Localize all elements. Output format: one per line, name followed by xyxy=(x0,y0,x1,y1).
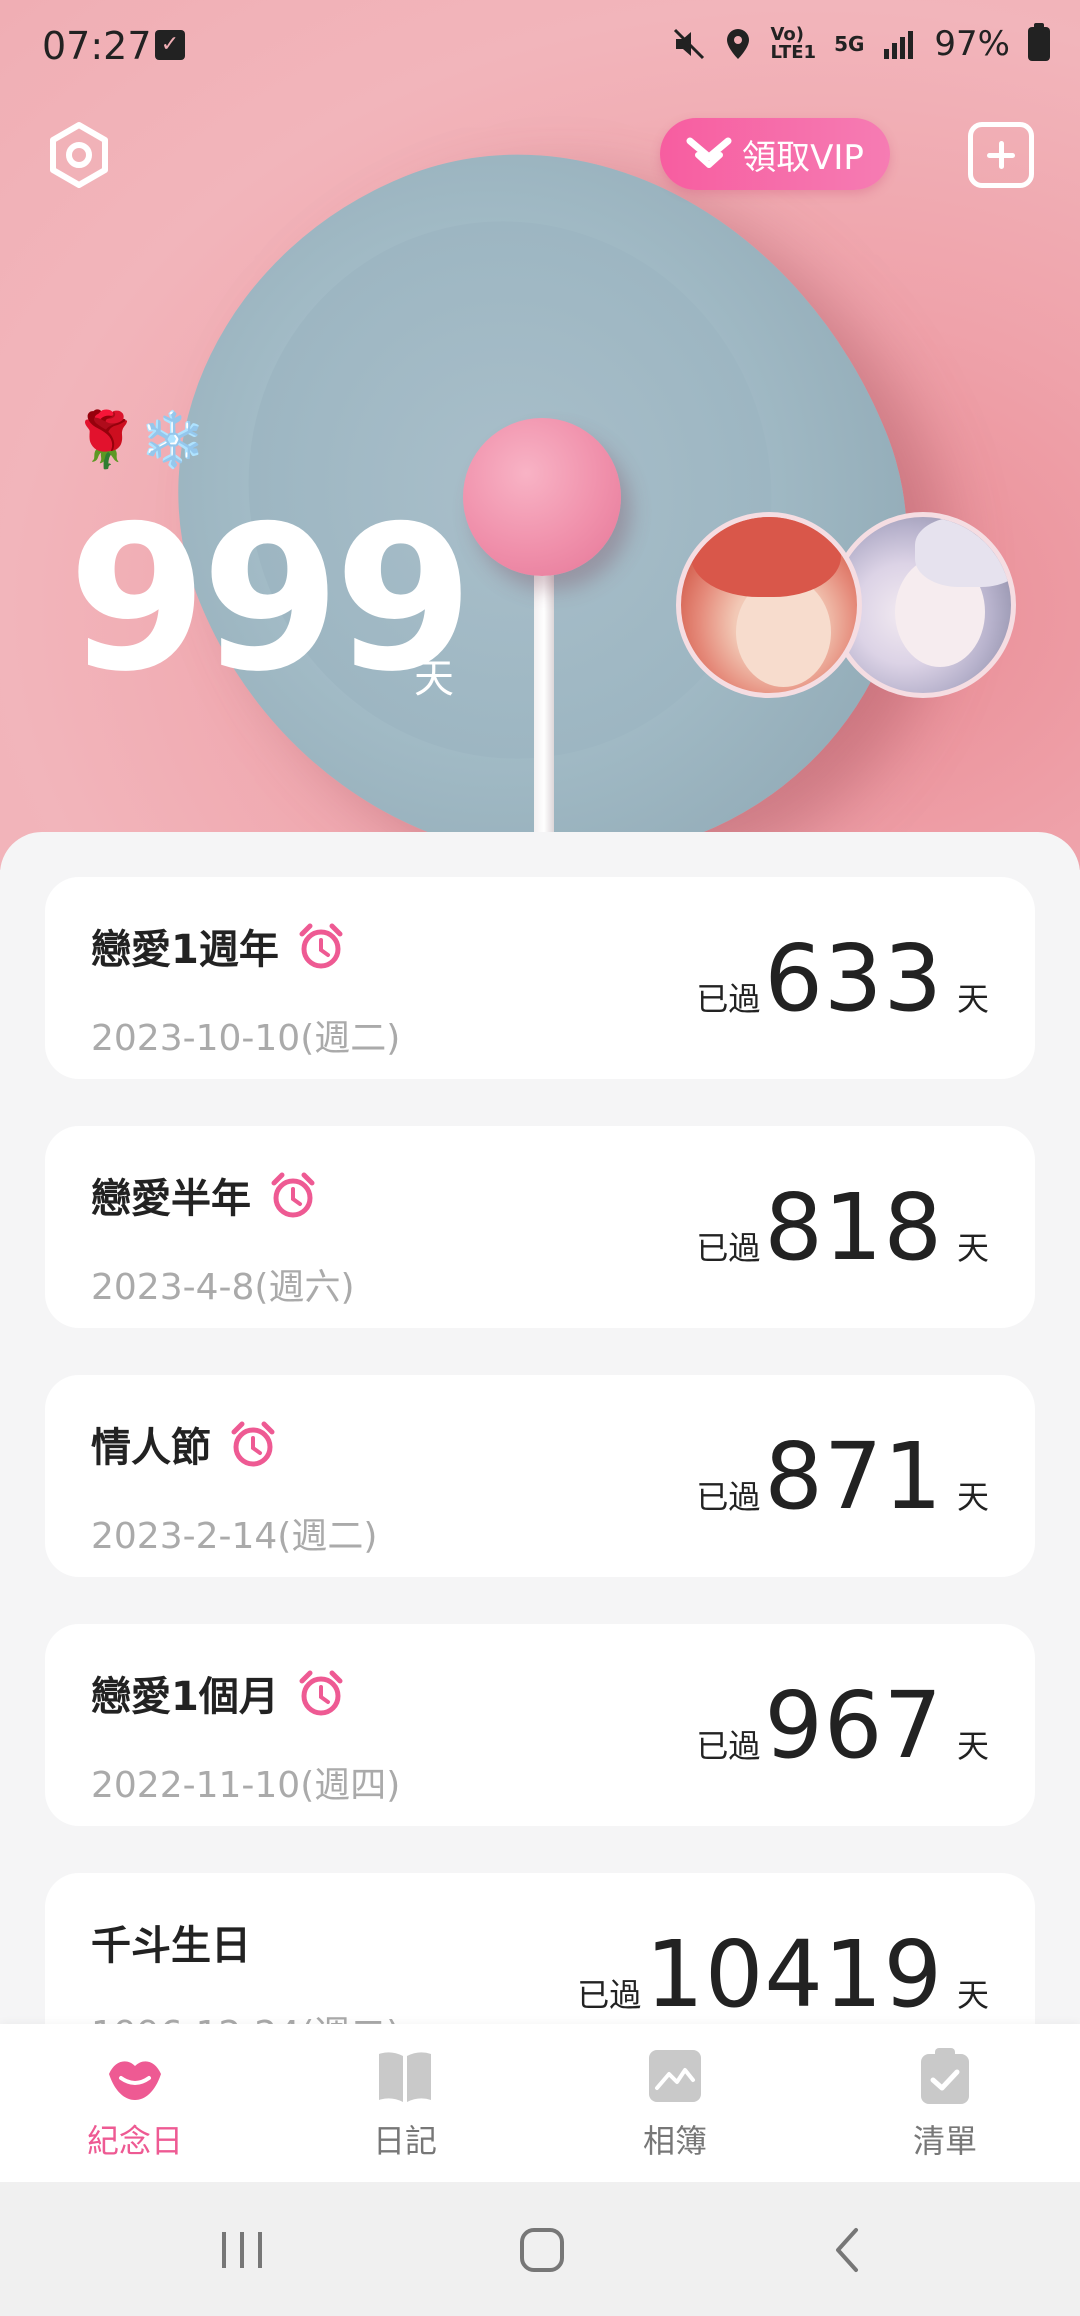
event-date: 2023-10-10(週二) xyxy=(91,1018,401,1059)
system-navigation-bar xyxy=(0,2182,1080,2316)
network-type: 5G xyxy=(834,32,865,56)
nav-label: 日記 xyxy=(372,2122,437,2160)
vip-label: 領取VIP xyxy=(742,137,864,178)
event-title: 戀愛半年 xyxy=(91,1176,251,1222)
recent-apps-icon[interactable] xyxy=(212,2222,272,2278)
event-title-row: 情人節 xyxy=(91,1415,277,1473)
event-title: 情人節 xyxy=(91,1425,211,1471)
anniversary-list[interactable]: 戀愛1週年 2023-10-10(週二) 已過 633 天 戀愛半年 2023-… xyxy=(0,832,1080,2024)
event-date: 2023-4-8(週六) xyxy=(91,1267,355,1308)
event-count-row: 已過 633 天 xyxy=(696,933,989,1025)
volte-icon: Vo) LTE1 xyxy=(770,24,817,63)
checklist-icon xyxy=(921,2048,969,2104)
location-icon xyxy=(727,29,750,59)
event-date: 2022-11-10(週四) xyxy=(91,1765,401,1806)
event-card[interactable]: 戀愛1週年 2023-10-10(週二) 已過 633 天 xyxy=(45,877,1035,1079)
mute-icon xyxy=(674,28,705,60)
vip-chevron-icon xyxy=(686,137,732,168)
album-icon xyxy=(649,2050,701,2102)
alarm-icon[interactable] xyxy=(297,921,345,971)
settings-icon xyxy=(50,122,108,188)
nav-label: 相簿 xyxy=(642,2122,707,2160)
event-day-count: 967 xyxy=(764,1672,943,1779)
nav-item-album[interactable]: 相簿 xyxy=(540,2024,810,2182)
event-title: 戀愛1週年 xyxy=(91,927,279,973)
avatar-hair xyxy=(691,517,841,597)
status-icons: Vo) LTE1 5G 97% xyxy=(672,23,1050,64)
event-card[interactable]: 千斗生日 1996-12-24(週二) 已過 10419 天 xyxy=(45,1873,1035,2024)
event-count-row: 已過 871 天 xyxy=(696,1431,989,1523)
event-day-unit: 天 xyxy=(956,1976,989,2014)
lollipop-candy xyxy=(463,418,621,576)
event-day-count: 10419 xyxy=(645,1921,943,2024)
event-date: 2023-2-14(週二) xyxy=(91,1516,378,1557)
back-icon[interactable] xyxy=(820,2222,876,2278)
event-day-count: 818 xyxy=(764,1174,943,1281)
event-card[interactable]: 戀愛1個月 2022-11-10(週四) 已過 967 天 xyxy=(45,1624,1035,1826)
event-title-row: 戀愛半年 xyxy=(91,1166,317,1224)
event-day-unit: 天 xyxy=(956,980,989,1018)
event-passed-label: 已過 xyxy=(696,1229,761,1267)
event-title: 千斗生日 xyxy=(91,1923,251,1969)
alarm-icon[interactable] xyxy=(297,1668,345,1718)
event-passed-label: 已過 xyxy=(577,1976,642,2014)
alarm-icon[interactable] xyxy=(229,1419,277,1469)
nav-label: 紀念日 xyxy=(86,2122,183,2160)
lips-icon xyxy=(109,2061,161,2100)
claim-vip-button[interactable]: 領取VIP xyxy=(660,118,890,190)
event-day-unit: 天 xyxy=(956,1727,989,1765)
event-count-row: 已過 967 天 xyxy=(696,1680,989,1772)
battery-percent: 97% xyxy=(934,24,1010,64)
event-count-row: 已過 10419 天 xyxy=(577,1929,989,2021)
event-count-row: 已過 818 天 xyxy=(696,1182,989,1274)
nav-item-checklist[interactable]: 清單 xyxy=(810,2024,1080,2182)
days-together-count: 999 xyxy=(68,483,473,716)
battery-icon xyxy=(1028,23,1050,61)
alarm-icon[interactable] xyxy=(269,1170,317,1220)
event-date: 1996-12-24(週二) xyxy=(91,2005,400,2024)
nav-item-diary[interactable]: 日記 xyxy=(270,2024,540,2182)
notification-check-icon: ✓ xyxy=(155,30,185,60)
add-event-button[interactable] xyxy=(968,122,1034,188)
event-title-row: 戀愛1個月 xyxy=(91,1664,345,1722)
partner-avatar-left[interactable] xyxy=(676,512,862,698)
event-passed-label: 已過 xyxy=(696,1478,761,1516)
event-day-count: 871 xyxy=(764,1423,943,1530)
event-card[interactable]: 戀愛半年 2023-4-8(週六) 已過 818 天 xyxy=(45,1126,1035,1328)
event-day-count: 633 xyxy=(764,925,943,1032)
days-together-unit: 天 xyxy=(414,656,454,702)
event-day-unit: 天 xyxy=(956,1229,989,1267)
event-card[interactable]: 情人節 2023-2-14(週二) 已過 871 天 xyxy=(45,1375,1035,1577)
home-icon[interactable] xyxy=(514,2222,570,2278)
event-passed-label: 已過 xyxy=(696,1727,761,1765)
avatar-hair xyxy=(915,517,1011,587)
event-day-unit: 天 xyxy=(956,1478,989,1516)
nav-item-anniversary[interactable]: 紀念日 xyxy=(0,2024,270,2182)
hero-emojis: 🌹❄️ xyxy=(72,408,207,471)
book-icon xyxy=(379,2052,431,2102)
bottom-navigation: 紀念日 日記 相簿 清單 xyxy=(0,2024,1080,2182)
hero-banner[interactable]: 07:27 ✓ Vo) LTE1 5G 97% 領取VIP 🌹❄️ 999 天 xyxy=(0,0,1080,870)
status-time: 07:27 xyxy=(42,24,152,68)
nav-label: 清單 xyxy=(912,2122,977,2160)
event-passed-label: 已過 xyxy=(696,980,761,1018)
signal-icon xyxy=(884,31,914,59)
status-bar: 07:27 ✓ Vo) LTE1 5G 97% xyxy=(0,0,1080,96)
settings-button[interactable] xyxy=(44,120,114,190)
event-title: 戀愛1個月 xyxy=(91,1674,279,1720)
event-title-row: 千斗生日 xyxy=(91,1913,251,1971)
event-title-row: 戀愛1週年 xyxy=(91,917,345,975)
